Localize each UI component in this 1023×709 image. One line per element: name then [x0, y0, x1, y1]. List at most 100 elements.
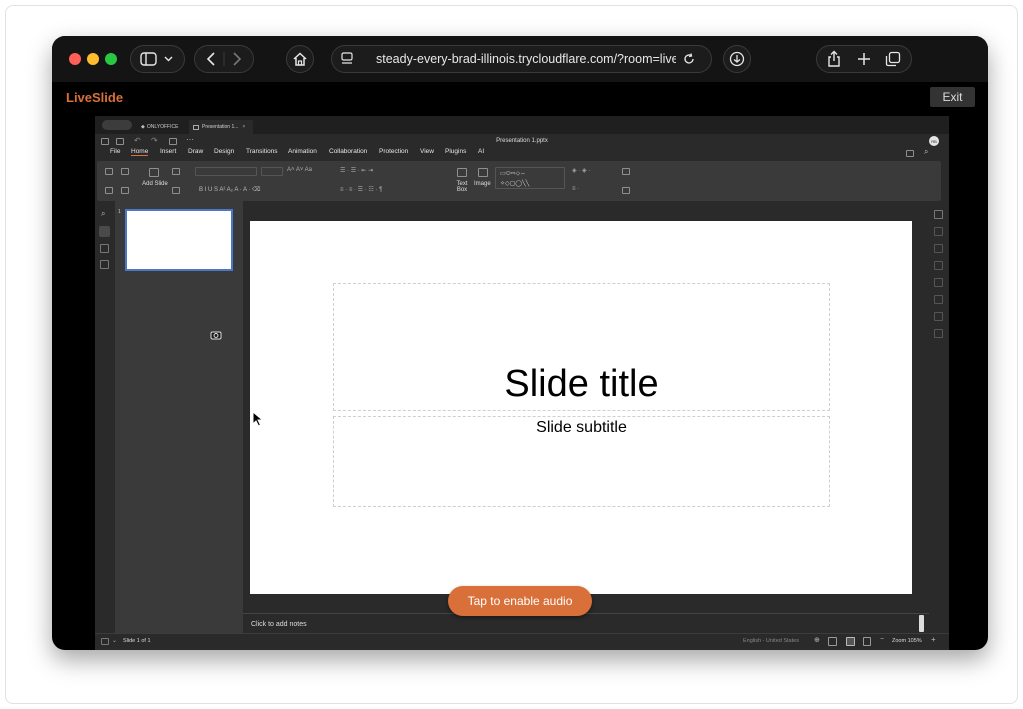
select-icon[interactable] — [622, 187, 630, 194]
menu-design[interactable]: Design — [214, 148, 234, 155]
zoom-window-button[interactable] — [105, 53, 117, 65]
notes-scrollbar[interactable] — [919, 615, 924, 632]
menu-collaboration[interactable]: Collaboration — [329, 148, 367, 155]
close-tab-icon[interactable]: × — [242, 124, 245, 130]
replace-icon[interactable] — [622, 168, 630, 175]
slide-thumbnail-1[interactable] — [125, 209, 233, 271]
menu-plugins[interactable]: Plugins — [445, 148, 466, 155]
add-slide-button[interactable]: Add Slide — [141, 181, 169, 187]
menu-file[interactable]: File — [110, 148, 120, 155]
user-avatar[interactable]: RB — [929, 136, 939, 146]
list-buttons[interactable]: ☰ · ☰ · ⇤ ⇥ — [340, 167, 373, 174]
zoom-out-icon[interactable]: − — [880, 636, 884, 643]
text-style-buttons[interactable]: B I U S A² A₂ A · A · ⌫ — [199, 186, 261, 193]
forward-icon — [233, 52, 242, 66]
slide-title: Slide title — [504, 363, 659, 405]
menu-bar: File Home Insert Draw Design Transitions… — [95, 147, 949, 159]
downloads-button[interactable] — [723, 45, 751, 73]
image-icon[interactable] — [478, 168, 488, 177]
minimize-window-button[interactable] — [87, 53, 99, 65]
menu-draw[interactable]: Draw — [188, 148, 203, 155]
sidebar-toggle-button[interactable] — [130, 45, 185, 73]
align-shape-button[interactable]: ≡ · — [572, 186, 579, 192]
text-box-icon[interactable] — [457, 168, 467, 177]
image-button[interactable]: Image — [474, 181, 491, 187]
tab-onlyoffice[interactable]: ◆ ONLYOFFICE — [137, 120, 187, 134]
camera-icon[interactable] — [210, 330, 222, 340]
font-size-controls[interactable]: A˄ A˅ Aa — [287, 167, 312, 173]
share-icon[interactable] — [822, 47, 846, 71]
menu-view[interactable]: View — [420, 148, 434, 155]
home-button[interactable] — [286, 45, 314, 73]
search-panel-icon[interactable]: ⌕ — [101, 209, 105, 219]
presentation-file-icon — [193, 124, 199, 130]
slideshow-dropdown-icon[interactable]: ⌄ — [112, 637, 117, 644]
notes-placeholder: Click to add notes — [251, 621, 307, 628]
fit-slide-icon[interactable] — [846, 637, 855, 646]
table-settings-icon[interactable] — [934, 278, 943, 287]
fit-width-icon[interactable] — [863, 637, 871, 646]
menu-home[interactable]: Home — [131, 148, 149, 156]
subtitle-placeholder[interactable]: Slide subtitle — [333, 416, 830, 507]
close-window-button[interactable] — [69, 53, 81, 65]
paragraph-settings-icon[interactable] — [934, 261, 943, 270]
cut-icon[interactable] — [105, 187, 113, 194]
page-menu-icon — [341, 52, 353, 64]
align-buttons[interactable]: ≡ · ≡ · ☰ · ☷ · ¶ — [340, 186, 382, 193]
exit-button[interactable]: Exit — [930, 87, 975, 107]
menu-protection[interactable]: Protection — [379, 148, 408, 155]
address-bar[interactable]: steady-every-brad-illinois.trycloudflare… — [331, 45, 712, 73]
title-placeholder[interactable]: Slide title — [333, 283, 830, 411]
image-settings-icon[interactable] — [934, 244, 943, 253]
slide-canvas[interactable]: Slide title Slide subtitle — [250, 221, 912, 594]
font-family-select[interactable] — [195, 167, 257, 176]
signature-settings-icon[interactable] — [934, 329, 943, 338]
back-icon — [206, 52, 215, 66]
open-file-location-icon[interactable] — [906, 150, 914, 157]
browser-window: steady-every-brad-illinois.trycloudflare… — [52, 36, 988, 650]
paste-icon[interactable] — [121, 168, 129, 175]
enable-audio-button[interactable]: Tap to enable audio — [448, 586, 592, 616]
home-icon — [293, 52, 307, 66]
font-size-select[interactable] — [261, 167, 283, 176]
sidebar-icon — [139, 52, 172, 66]
menu-transitions[interactable]: Transitions — [246, 148, 278, 155]
shapes-gallery[interactable]: ▭⬭⇨⬦⇔ ✧◇▢◯╲╲ — [495, 167, 565, 189]
menu-insert[interactable]: Insert — [160, 148, 176, 155]
copy-icon[interactable] — [105, 168, 113, 175]
notes-pane[interactable]: Click to add notes — [243, 613, 929, 633]
arrange-buttons[interactable]: ◈ · ◈ · — [572, 167, 590, 174]
slide-size-icon[interactable] — [172, 187, 180, 194]
slides-panel-icon[interactable] — [99, 226, 110, 237]
language-icon[interactable]: ⊕ — [814, 636, 820, 644]
feedback-icon[interactable] — [100, 260, 109, 269]
window-controls[interactable] — [102, 120, 132, 130]
text-art-settings-icon[interactable] — [934, 312, 943, 321]
menu-ai[interactable]: AI — [478, 148, 484, 155]
menu-animation[interactable]: Animation — [288, 148, 317, 155]
zoom-in-icon[interactable]: + — [931, 635, 936, 644]
zoom-level[interactable]: Zoom 105% — [892, 638, 922, 644]
comments-icon[interactable] — [100, 244, 109, 253]
slideshow-start-icon[interactable] — [101, 638, 109, 645]
tab-presentation[interactable]: Presentation 1... × — [189, 120, 253, 134]
shape-settings-icon[interactable] — [934, 227, 943, 236]
tab-overview-icon[interactable] — [881, 47, 905, 71]
format-painter-icon[interactable] — [121, 187, 129, 194]
language-indicator[interactable]: English - United States — [743, 638, 799, 644]
download-icon — [729, 51, 745, 67]
layout-icon[interactable] — [172, 168, 180, 175]
text-box-button[interactable]: Text Box — [451, 181, 473, 193]
slide-settings-icon[interactable] — [934, 210, 943, 219]
onlyoffice-logo-icon: ◆ — [141, 124, 145, 130]
search-icon[interactable]: ⌕ — [924, 147, 928, 157]
spellcheck-icon[interactable] — [828, 637, 837, 646]
add-slide-icon[interactable] — [149, 168, 159, 177]
shape-icons: ▭⬭⇨⬦⇔ — [500, 171, 527, 177]
presentation-editor: ◆ ONLYOFFICE Presentation 1... × ↶ ↷ ···… — [95, 116, 949, 650]
chart-settings-icon[interactable] — [934, 295, 943, 304]
new-tab-icon[interactable] — [852, 47, 876, 71]
history-navigation — [194, 45, 254, 73]
slide-counter: Slide 1 of 1 — [123, 638, 151, 644]
reload-icon[interactable] — [682, 52, 696, 66]
